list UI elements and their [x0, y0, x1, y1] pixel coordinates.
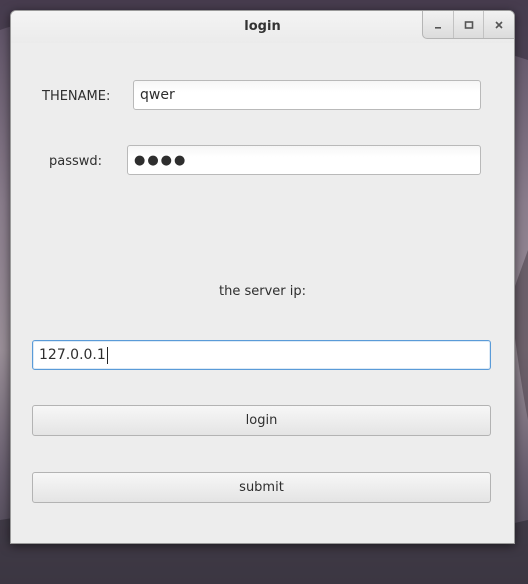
maximize-button[interactable]	[454, 11, 485, 38]
submit-button[interactable]: submit	[32, 472, 491, 503]
window-controls	[422, 11, 514, 39]
text-caret	[106, 346, 108, 364]
server-ip-input-value: 127.0.0.1	[39, 347, 106, 363]
name-input-value: qwer	[140, 87, 175, 103]
server-ip-label: the server ip:	[219, 284, 306, 299]
login-window: login THENAME: qwer passwd: ●●●● the ser…	[10, 10, 515, 544]
name-label: THENAME:	[42, 89, 111, 104]
maximize-icon	[464, 20, 473, 29]
close-button[interactable]	[484, 11, 514, 38]
minimize-icon	[434, 26, 441, 29]
close-icon	[495, 20, 503, 29]
title-bar[interactable]: login	[11, 11, 514, 43]
server-ip-input[interactable]: 127.0.0.1	[32, 340, 491, 370]
password-input[interactable]: ●●●●	[127, 145, 481, 175]
minimize-button[interactable]	[423, 11, 454, 38]
password-label: passwd:	[49, 154, 103, 169]
login-button[interactable]: login	[32, 405, 491, 436]
password-input-value: ●●●●	[134, 152, 188, 168]
name-input[interactable]: qwer	[133, 80, 481, 110]
